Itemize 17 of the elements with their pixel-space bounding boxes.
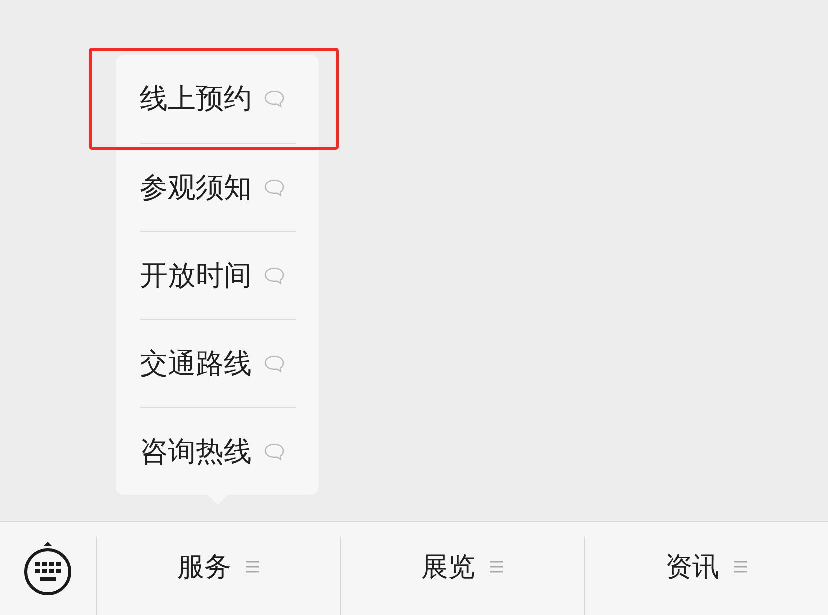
chat-bubble-icon xyxy=(264,354,285,372)
list-icon xyxy=(734,560,746,572)
menu-tab[interactable]: 服务 xyxy=(96,522,340,615)
menu-tab[interactable]: 展览 xyxy=(340,522,584,615)
chat-bubble-icon xyxy=(264,266,285,284)
chat-bubble-icon xyxy=(264,90,285,108)
chat-bubble-icon xyxy=(264,178,285,196)
chat-bubble-icon xyxy=(264,442,285,460)
menu-item[interactable]: 线上预约 xyxy=(140,55,296,143)
list-icon xyxy=(246,560,258,572)
list-icon xyxy=(490,560,502,572)
menu-item[interactable]: 咨询热线 xyxy=(140,407,296,495)
menu-item[interactable]: 开放时间 xyxy=(140,231,296,319)
menu-tab[interactable]: 资讯 xyxy=(584,522,828,615)
menu-item[interactable]: 交通路线 xyxy=(140,319,296,407)
keyboard-icon[interactable] xyxy=(24,540,72,596)
menu-item[interactable]: 参观须知 xyxy=(140,143,296,231)
